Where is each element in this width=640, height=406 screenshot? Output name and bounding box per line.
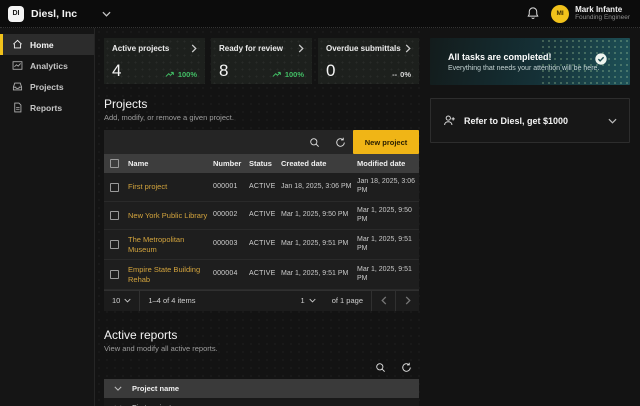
sidebar-item-label: Home xyxy=(30,39,54,50)
stat-value: 8 xyxy=(219,61,229,80)
column-header-modified[interactable]: Modified date xyxy=(357,154,419,173)
projects-toolbar: New project xyxy=(104,130,419,154)
stat-card-ready-for-review[interactable]: Ready for review 8 100% xyxy=(211,38,312,84)
user-role: Founding Engineer xyxy=(575,14,630,22)
project-link[interactable]: Empire State Building Rehab xyxy=(128,265,200,283)
banner-title: All tasks are completed! xyxy=(448,51,552,62)
chevron-right-icon[interactable] xyxy=(405,44,411,53)
trend-up-icon xyxy=(272,71,282,78)
main-content: Active projects 4 100% Ready for review … xyxy=(95,28,422,406)
table-row: New York Public Library 000002 ACTIVE Ma… xyxy=(104,201,419,231)
reports-icon xyxy=(12,102,23,113)
row-checkbox[interactable] xyxy=(109,240,119,250)
projects-table-header: Name Number Status Created date Modified… xyxy=(104,154,419,174)
stat-trend: -- 0% xyxy=(392,70,411,79)
company-name: Diesl, Inc xyxy=(31,7,78,20)
pagination-bar: 10 1–4 of 4 items 1 of 1 page xyxy=(104,289,419,311)
project-link[interactable]: The Metropolitan Museum xyxy=(128,235,184,253)
column-header-project-name[interactable]: Project name xyxy=(132,384,179,393)
refresh-icon[interactable] xyxy=(393,362,419,373)
stat-label: Active projects xyxy=(112,44,170,53)
page-select[interactable]: 1 xyxy=(293,291,324,311)
stat-value: 4 xyxy=(112,61,122,80)
projects-table: Name Number Status Created date Modified… xyxy=(104,154,419,311)
projects-icon xyxy=(12,81,23,92)
banner-subtitle: Everything that needs your attention wil… xyxy=(448,64,600,72)
page-size-select[interactable]: 10 xyxy=(104,290,141,311)
stat-label: Overdue submittals xyxy=(326,44,401,53)
company-switcher[interactable]: DI Diesl, Inc xyxy=(8,5,111,22)
right-panel: All tasks are completed! Everything that… xyxy=(422,28,640,406)
project-link[interactable]: New York Public Library xyxy=(128,211,207,220)
trend-up-icon xyxy=(165,71,175,78)
search-icon[interactable] xyxy=(367,362,393,373)
list-item[interactable]: First project xyxy=(104,397,419,406)
reports-subtitle: View and modify all active reports. xyxy=(104,343,218,353)
company-logo: DI xyxy=(8,5,24,22)
page-count-label: of 1 page xyxy=(331,296,363,306)
row-checkbox[interactable] xyxy=(109,211,119,221)
stat-label: Ready for review xyxy=(219,44,284,53)
tasks-completed-banner: All tasks are completed! Everything that… xyxy=(430,38,630,85)
chevron-left-icon[interactable] xyxy=(371,290,395,311)
row-checkbox[interactable] xyxy=(109,182,119,192)
sidebar-item-projects[interactable]: Projects xyxy=(0,76,94,97)
user-name: Mark Infante xyxy=(575,4,623,14)
top-bar: DI Diesl, Inc MI Mark Infante Founding E… xyxy=(0,0,640,28)
projects-subtitle: Add, modify, or remove a given project. xyxy=(104,113,234,122)
table-row: Empire State Building Rehab 000004 ACTIV… xyxy=(104,260,419,290)
analytics-icon xyxy=(12,60,23,71)
column-header-number[interactable]: Number xyxy=(213,154,249,173)
items-range-label: 1–4 of 4 items xyxy=(148,296,196,306)
reports-title: Active reports xyxy=(104,327,178,342)
project-link[interactable]: First project xyxy=(128,182,167,191)
sidebar-item-label: Analytics xyxy=(30,60,68,71)
reports-table-header: Project name xyxy=(104,378,419,398)
chevron-right-icon[interactable] xyxy=(191,44,197,53)
chevron-down-icon xyxy=(309,298,316,303)
referral-label: Refer to Diesl, get $1000 xyxy=(464,115,569,126)
column-header-status[interactable]: Status xyxy=(249,154,281,173)
reports-table: Project name First project New York Publ… xyxy=(104,378,419,406)
chevron-right-icon[interactable] xyxy=(395,290,419,311)
avatar: MI xyxy=(551,4,570,23)
new-project-button[interactable]: New project xyxy=(353,130,419,154)
sidebar-item-label: Reports xyxy=(30,102,63,113)
reports-toolbar xyxy=(104,357,419,379)
row-checkbox[interactable] xyxy=(109,270,119,279)
chevron-down-icon xyxy=(102,11,111,17)
select-all-checkbox[interactable] xyxy=(109,159,119,169)
sidebar: Home Analytics Projects Reports xyxy=(0,28,95,406)
chevron-right-icon[interactable] xyxy=(298,44,304,53)
user-menu[interactable]: MI Mark Infante Founding Engineer xyxy=(551,4,630,23)
chevron-down-icon xyxy=(124,298,131,303)
stat-value: 0 xyxy=(326,61,336,80)
stat-trend: 100% xyxy=(272,70,304,79)
refresh-icon[interactable] xyxy=(327,130,353,154)
sidebar-item-home[interactable]: Home xyxy=(0,34,94,55)
column-header-created[interactable]: Created date xyxy=(281,154,357,173)
check-circle-icon xyxy=(594,52,608,66)
stat-card-active-projects[interactable]: Active projects 4 100% xyxy=(104,38,205,84)
sidebar-item-label: Projects xyxy=(30,81,64,92)
referral-card[interactable]: Refer to Diesl, get $1000 xyxy=(430,98,630,143)
sidebar-item-reports[interactable]: Reports xyxy=(0,97,94,118)
sidebar-item-analytics[interactable]: Analytics xyxy=(0,55,94,76)
table-row: First project 000001 ACTIVE Jan 18, 2025… xyxy=(104,173,419,202)
table-row: The Metropolitan Museum 000003 ACTIVE Ma… xyxy=(104,230,419,261)
search-icon[interactable] xyxy=(301,130,327,154)
column-header-name[interactable]: Name xyxy=(128,154,213,173)
person-add-icon xyxy=(443,114,456,127)
stat-card-overdue-submittals[interactable]: Overdue submittals 0 -- 0% xyxy=(318,38,419,84)
stat-cards: Active projects 4 100% Ready for review … xyxy=(104,38,419,84)
notifications-bell-icon[interactable] xyxy=(525,5,541,22)
chevron-down-icon[interactable] xyxy=(114,386,122,391)
home-icon xyxy=(12,39,23,50)
dash-icon: -- xyxy=(392,70,398,79)
projects-title: Projects xyxy=(104,97,148,111)
chevron-down-icon xyxy=(608,118,617,124)
stat-trend: 100% xyxy=(165,70,197,79)
